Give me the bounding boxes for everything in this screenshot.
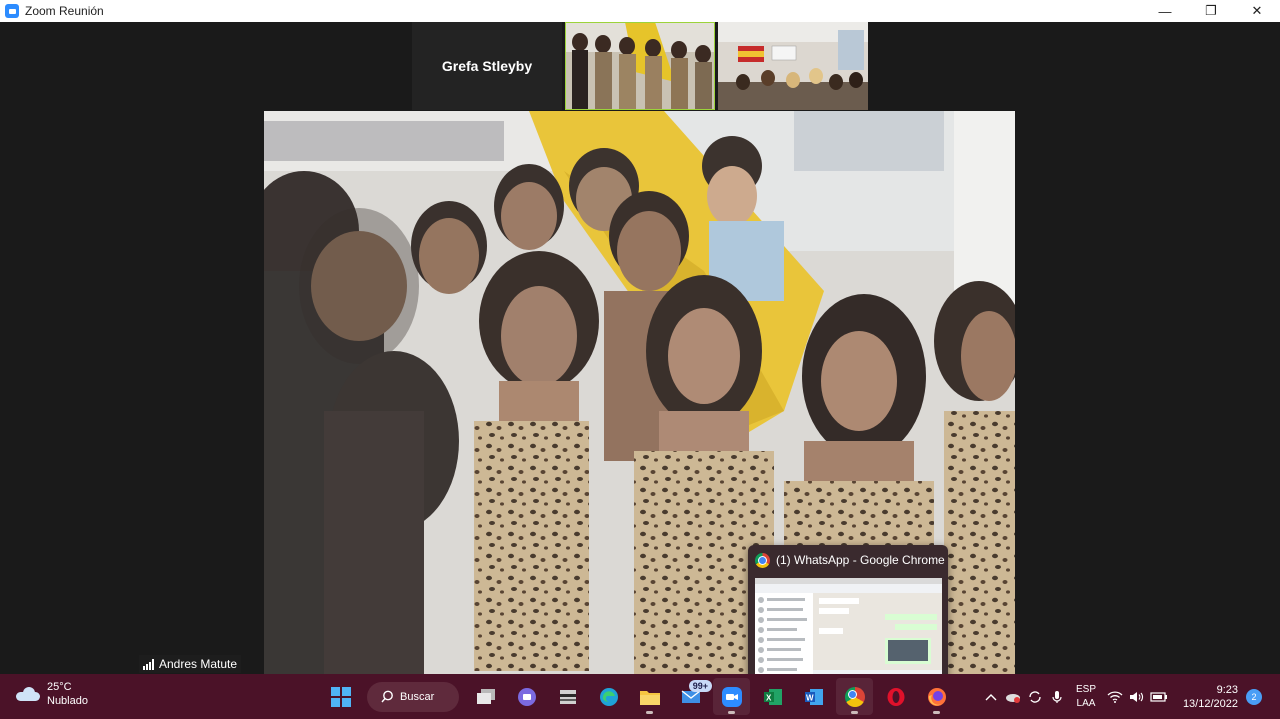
firefox-button[interactable] [918, 678, 955, 715]
window-title: Zoom Reunión [25, 4, 104, 18]
opera-button[interactable] [877, 678, 914, 715]
chrome-button[interactable] [836, 678, 873, 715]
chat-icon [517, 687, 536, 706]
word-button[interactable]: W [795, 678, 832, 715]
preview-title: (1) WhatsApp - Google Chrome [776, 553, 945, 567]
close-button[interactable]: ✕ [1234, 0, 1280, 22]
chrome-icon [755, 552, 770, 568]
taskbar: 25°C Nublado Buscar 99+ X W ESP LAA 9:23… [0, 674, 1280, 719]
clock-date: 13/12/2022 [1182, 697, 1238, 710]
clock-time: 9:23 [1216, 683, 1238, 696]
weather-text: 25°C Nublado [47, 680, 88, 708]
speaker-name: Andres Matute [159, 657, 238, 671]
edge-icon [599, 687, 618, 706]
weather-temperature: 25°C [47, 681, 72, 693]
winrar-button[interactable] [549, 678, 586, 715]
keyboard-layout: LAA [1076, 697, 1096, 709]
window-controls: — ❐ ✕ [1142, 0, 1280, 22]
cloud-icon [16, 687, 40, 701]
chevron-up-icon[interactable] [980, 674, 1002, 719]
search-box[interactable]: Buscar [367, 681, 459, 712]
wifi-icon[interactable] [1104, 674, 1126, 719]
notification-badge[interactable]: 2 [1246, 688, 1262, 705]
signal-strength-icon [143, 658, 154, 670]
svg-text:W: W [806, 693, 814, 702]
task-view-icon [476, 688, 495, 704]
sync-icon[interactable] [1024, 674, 1046, 719]
weather-widget[interactable]: 25°C Nublado [16, 680, 88, 708]
chrome-taskbar-icon [844, 686, 865, 707]
mail-button[interactable]: 99+ [672, 678, 712, 715]
speaker-name-tag: Andres Matute [139, 655, 242, 673]
opera-icon [887, 687, 904, 706]
search-icon [381, 690, 393, 703]
file-explorer-button[interactable] [631, 678, 668, 715]
mail-badge: 99+ [688, 680, 712, 692]
cloud-sync-icon[interactable] [1002, 674, 1024, 719]
participant-video-thumbnail [565, 22, 715, 110]
participant-video-tile[interactable] [718, 22, 868, 110]
firefox-icon [927, 687, 946, 706]
zoom-button[interactable] [713, 678, 750, 715]
language-indicator[interactable]: ESP LAA [1068, 683, 1104, 711]
whatsapp-window-thumbnail [755, 578, 942, 677]
language-code: ESP [1075, 683, 1096, 695]
minimize-button[interactable]: — [1142, 0, 1188, 22]
weather-condition: Nublado [47, 695, 88, 707]
archive-icon [559, 689, 576, 704]
meeting-area: Grefa Stleyby Andres Matute (1) WhatsApp… [0, 22, 1280, 684]
participant-video-thumbnail [718, 22, 868, 110]
zoom-app-icon [5, 4, 19, 18]
windows-icon [330, 686, 351, 707]
teams-chat-button[interactable] [508, 678, 545, 715]
word-icon: W [804, 688, 823, 705]
volume-icon[interactable] [1126, 674, 1148, 719]
start-button[interactable] [322, 678, 359, 715]
search-label: Buscar [400, 690, 435, 703]
clock[interactable]: 9:23 13/12/2022 [1170, 683, 1238, 711]
gallery-strip: Grefa Stleyby [412, 22, 868, 110]
window-preview-popup[interactable]: (1) WhatsApp - Google Chrome [748, 545, 948, 684]
zoom-icon [721, 686, 742, 707]
system-tray: ESP LAA 9:23 13/12/2022 2 [980, 674, 1280, 719]
excel-button[interactable]: X [754, 678, 791, 715]
participant-video-tile[interactable] [565, 22, 715, 110]
task-view-button[interactable] [467, 678, 504, 715]
edge-button[interactable] [590, 678, 627, 715]
preview-thumbnail[interactable] [755, 578, 942, 677]
taskbar-apps: Buscar 99+ X W [322, 678, 955, 715]
folder-icon [639, 690, 660, 705]
microphone-icon[interactable] [1046, 674, 1068, 719]
battery-icon[interactable] [1148, 674, 1170, 719]
excel-icon: X [763, 688, 782, 705]
title-bar: Zoom Reunión — ❐ ✕ [0, 0, 1280, 22]
participant-name-tile[interactable]: Grefa Stleyby [412, 22, 562, 110]
restore-button[interactable]: ❐ [1188, 0, 1234, 22]
preview-header: (1) WhatsApp - Google Chrome [748, 545, 948, 575]
svg-text:X: X [766, 693, 772, 702]
